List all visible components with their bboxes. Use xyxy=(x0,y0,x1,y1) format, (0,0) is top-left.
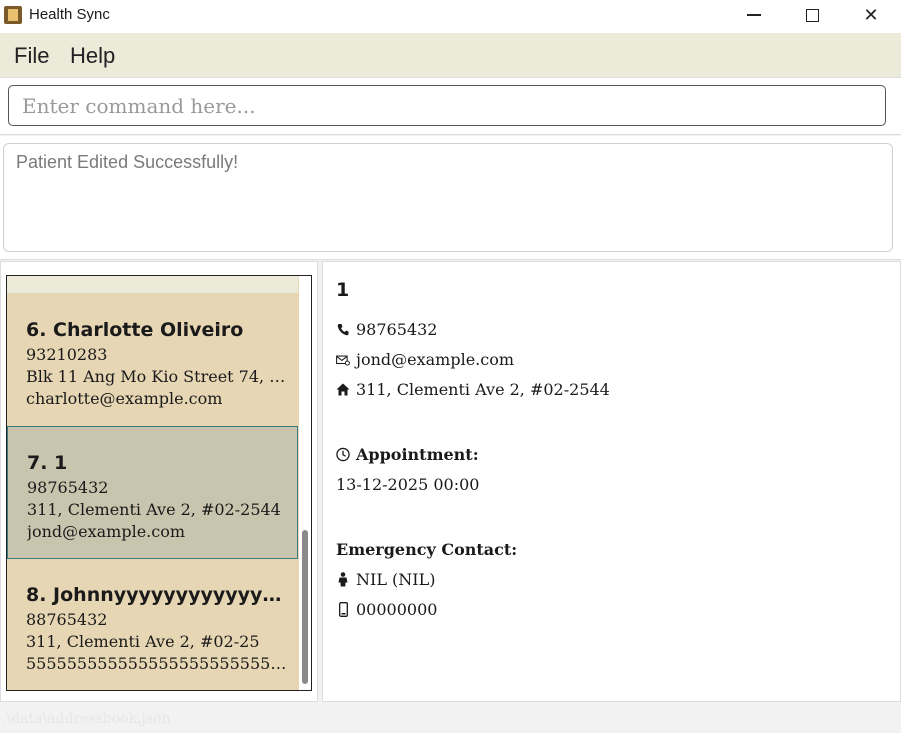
menu-help[interactable]: Help xyxy=(70,43,115,69)
emergency-contact-label: Emergency Contact: xyxy=(336,540,518,559)
menu-bar: File Help xyxy=(0,33,901,78)
patient-detail-panel: 1 98765432 jond@example.com 311, Clement… xyxy=(322,261,901,702)
appointment-value-row: 13-12-2025 00:00 xyxy=(336,475,479,494)
home-icon xyxy=(336,382,350,398)
result-display-container: Patient Edited Successfully! xyxy=(0,136,901,260)
patient-card-address: 311, Clementi Ave 2, #02-25 xyxy=(26,632,260,651)
menu-file[interactable]: File xyxy=(14,43,49,69)
result-display[interactable]: Patient Edited Successfully! xyxy=(3,143,893,252)
patient-card-title: 6. Charlotte Oliveiro xyxy=(26,319,244,341)
patient-card[interactable]: 6. Charlotte Oliveiro 93210283 Blk 11 An… xyxy=(7,306,298,425)
list-item-partial[interactable] xyxy=(7,276,298,293)
appointment-label-row: Appointment: xyxy=(336,445,479,464)
phone-icon xyxy=(336,322,350,338)
status-bar: .\data\addressbook.json xyxy=(0,705,901,733)
list-scrollbar[interactable] xyxy=(299,276,311,690)
detail-phone-row: 98765432 xyxy=(336,320,437,339)
save-file-path: .\data\addressbook.json xyxy=(2,711,171,727)
minimize-button[interactable] xyxy=(725,0,783,30)
command-box-container xyxy=(0,78,901,135)
emergency-contact-phone: 00000000 xyxy=(356,600,438,619)
maximize-icon xyxy=(805,8,819,22)
email-icon xyxy=(336,352,350,368)
patient-card-phone: 88765432 xyxy=(26,610,108,629)
patient-card-email: jond@example.com xyxy=(27,522,186,541)
appointment-label: Appointment: xyxy=(356,445,479,464)
app-logo-icon xyxy=(4,6,22,24)
patient-card-title: 8. Johnnyyyyyyyyyyyyyyyyyyyyyyyyyyyyyyyy xyxy=(26,584,292,606)
emergency-contact-label-row: Emergency Contact: xyxy=(336,540,517,559)
patient-card-phone: 98765432 xyxy=(27,478,109,497)
close-icon: ✕ xyxy=(863,4,879,26)
patient-card-address: Blk 11 Ang Mo Kio Street 74, #11-04 xyxy=(26,367,292,386)
detail-email: jond@example.com xyxy=(356,350,515,369)
clock-icon xyxy=(336,447,350,463)
detail-address-row: 311, Clementi Ave 2, #02-2544 xyxy=(336,380,610,399)
person-icon xyxy=(336,572,350,588)
mobile-phone-icon xyxy=(336,602,350,618)
minimize-icon xyxy=(747,14,761,16)
appointment-value: 13-12-2025 00:00 xyxy=(336,475,480,494)
detail-name: 1 xyxy=(336,279,350,301)
title-bar: Health Sync ✕ xyxy=(0,0,901,33)
close-button[interactable]: ✕ xyxy=(842,0,900,30)
patient-list[interactable]: 6. Charlotte Oliveiro 93210283 Blk 11 An… xyxy=(6,275,312,691)
window-title: Health Sync xyxy=(29,6,110,23)
detail-phone: 98765432 xyxy=(356,320,438,339)
emergency-contact-phone-row: 00000000 xyxy=(336,600,437,619)
result-message: Patient Edited Successfully! xyxy=(16,152,239,172)
patient-card-phone: 93210283 xyxy=(26,345,108,364)
patient-card-selected[interactable]: 7. 1 98765432 311, Clementi Ave 2, #02-2… xyxy=(7,426,298,559)
patient-card[interactable]: 8. Johnnyyyyyyyyyyyyyyyyyyyyyyyyyyyyyyyy… xyxy=(7,560,298,690)
patient-card-email: charlotte@example.com xyxy=(26,389,223,408)
patient-card-title: 7. 1 xyxy=(27,452,68,474)
patient-card-address: 311, Clementi Ave 2, #02-2544 xyxy=(27,500,281,519)
detail-address: 311, Clementi Ave 2, #02-2544 xyxy=(356,380,610,399)
emergency-contact-name-row: NIL (NIL) xyxy=(336,570,435,589)
maximize-button[interactable] xyxy=(783,0,841,30)
detail-email-row: jond@example.com xyxy=(336,350,514,369)
patient-list-panel: 6. Charlotte Oliveiro 93210283 Blk 11 An… xyxy=(0,261,318,702)
patient-card-email: 5555555555555555555555555555555555555555 xyxy=(26,654,292,673)
emergency-contact-name: NIL (NIL) xyxy=(356,570,436,589)
command-input[interactable] xyxy=(8,85,886,126)
list-scrollbar-thumb[interactable] xyxy=(302,530,308,684)
